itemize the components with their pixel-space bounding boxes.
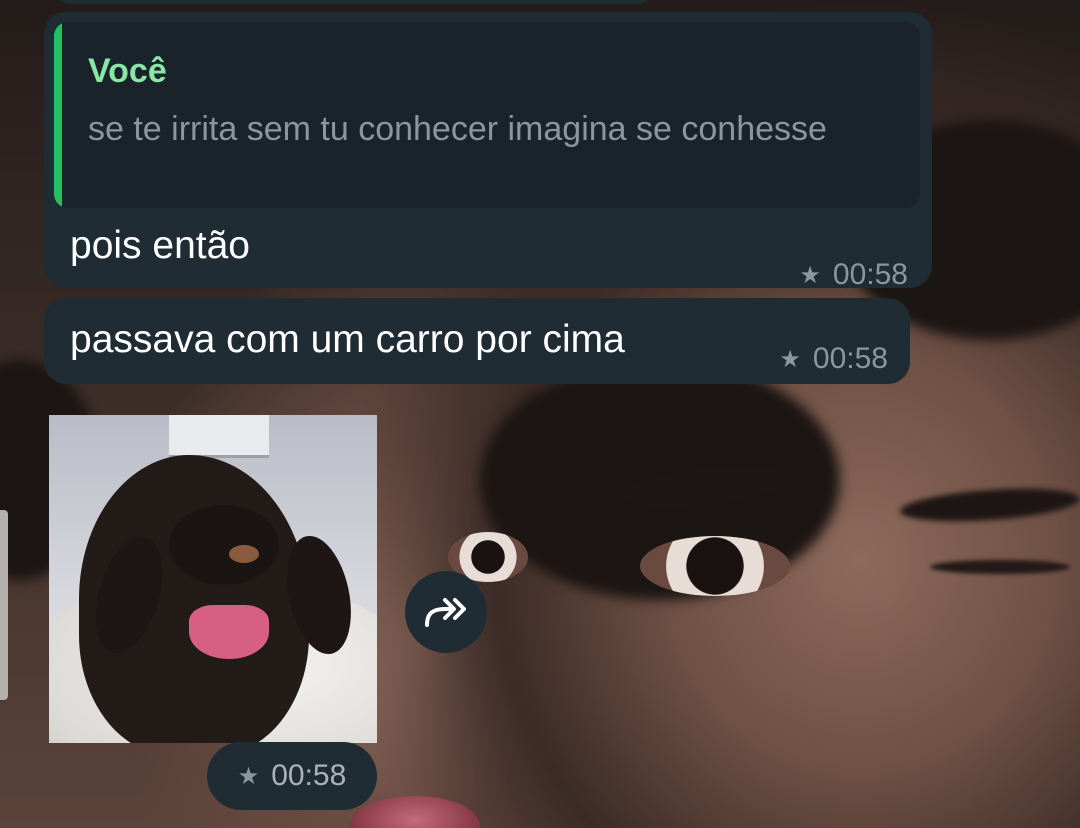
- wallpaper-wink: [930, 560, 1070, 574]
- sticker-image[interactable]: [49, 415, 377, 743]
- message-text: passava com um carro por cima: [70, 318, 625, 361]
- quote-accent-bar: [54, 22, 62, 208]
- forward-icon: [425, 598, 466, 627]
- dog-nose: [169, 505, 279, 585]
- scroll-edge: [0, 510, 8, 700]
- star-icon: ★: [237, 762, 260, 790]
- message-meta: ★ 00:58: [799, 258, 908, 292]
- quote-author: Você: [88, 52, 167, 90]
- message-bubble-reply[interactable]: Você se te irrita sem tu conhecer imagin…: [44, 12, 932, 291]
- message-meta: ★ 00:58: [238, 759, 347, 793]
- previous-message-bubble[interactable]: [54, 0, 654, 4]
- wallpaper-eye: [640, 536, 790, 596]
- star-icon: ★: [799, 261, 821, 289]
- message-time: 00:58: [812, 342, 888, 375]
- dog-tongue: [189, 605, 269, 659]
- dog-ear: [83, 529, 175, 661]
- message-bubble[interactable]: passava com um carro por cima ★ 00:58: [44, 298, 910, 384]
- wallpaper-brow: [899, 483, 1080, 527]
- wallpaper-lips: [350, 796, 480, 828]
- dog-eye: [229, 545, 259, 563]
- message-text: pois então: [70, 224, 250, 267]
- message-meta: ★ 00:58: [779, 342, 888, 376]
- sticker-window: [169, 415, 269, 458]
- message-time: 00:58: [832, 258, 908, 291]
- sticker-time-badge: ★ 00:58: [207, 742, 377, 810]
- quote-text: se te irrita sem tu conhecer imagina se …: [88, 110, 827, 148]
- star-icon: ★: [779, 345, 801, 373]
- forward-button[interactable]: [405, 571, 487, 653]
- message-time: 00:58: [271, 759, 347, 792]
- quoted-message[interactable]: Você se te irrita sem tu conhecer imagin…: [54, 22, 920, 208]
